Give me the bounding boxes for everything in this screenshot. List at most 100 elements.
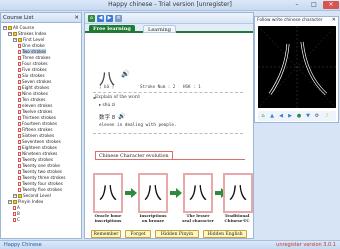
document-icon <box>18 116 21 120</box>
course-list-header: Course List ✕ <box>1 13 81 23</box>
document-icon <box>18 122 21 126</box>
course-tree-item-label: A <box>17 205 20 210</box>
course-list-close-icon[interactable]: ✕ <box>74 13 79 23</box>
course-tree-item-label: Four strokes <box>22 61 48 66</box>
status-version: unregister version 3.0.1 <box>276 242 336 248</box>
explain-title: Explain of the word <box>95 95 140 100</box>
course-list-panel: Course List ✕ − All Course − Strokes Index −… <box>0 12 82 239</box>
course-tree-item-label: One stroke <box>22 43 45 48</box>
evolution-label: Traditional Chinese-TC <box>224 213 250 223</box>
down-icon[interactable]: ▼ <box>305 113 311 119</box>
course-tree-item-label: Two strokes <box>22 49 47 54</box>
remember-button[interactable]: Remember <box>91 230 121 238</box>
course-tree-item-label: Eighteen strokes <box>22 145 57 150</box>
course-tree-item-label: C <box>17 217 20 222</box>
collapse-icon[interactable]: − <box>13 38 17 42</box>
back-icon[interactable]: ◀ <box>97 15 104 22</box>
word-speaker-icon[interactable]: 🔊 <box>118 113 125 120</box>
hidden-english-button[interactable]: Hidden English <box>203 230 247 238</box>
home-icon[interactable]: ⌂ <box>260 113 266 119</box>
course-tree-item-label: Ten strokes <box>22 97 46 102</box>
document-icon <box>18 152 21 156</box>
evolution-card-oracle: 八 <box>93 173 123 213</box>
course-tree-item-label: Twenty four strokes <box>22 181 63 186</box>
collapse-icon[interactable]: − <box>13 194 17 198</box>
course-tree-item-label: Eight strokes <box>22 85 50 90</box>
folder-icon <box>8 26 12 30</box>
course-tree-item[interactable]: C <box>13 217 20 223</box>
folder-icon <box>13 32 17 36</box>
forget-button[interactable]: Forget <box>125 230 151 238</box>
main-panel: ⌂ ◀ ▶ ≡ Free learning Learning 八 🔊 [ bā … <box>84 12 254 239</box>
evolution-glyph: 八 <box>99 183 117 204</box>
document-icon <box>18 74 21 78</box>
folder-icon <box>13 200 17 204</box>
up-icon[interactable]: ▲ <box>269 113 275 119</box>
status-bar: Happy Chinese unregister version 3.0.1 <box>0 240 340 249</box>
course-tree-item-label: eleven strokes <box>22 103 53 108</box>
evolution-divider <box>95 159 245 160</box>
settings-icon[interactable]: ⚙ <box>314 113 320 119</box>
course-list-title: Course List <box>3 15 34 21</box>
course-tree-item-label: Sixteen strokes <box>22 133 55 138</box>
play-icon[interactable]: ● <box>296 113 302 119</box>
collapse-icon[interactable]: − <box>3 26 7 30</box>
collapse-icon[interactable]: − <box>8 32 12 36</box>
document-icon <box>18 98 21 102</box>
collapse-icon[interactable]: − <box>8 200 12 204</box>
document-icon <box>18 176 21 180</box>
divider <box>93 92 243 93</box>
hsk-level: HSK : 1 <box>183 84 201 89</box>
document-icon <box>18 92 21 96</box>
writing-grid <box>257 25 337 109</box>
document-icon <box>18 50 21 54</box>
speaker-icon[interactable]: ♪ <box>324 113 330 119</box>
list-icon[interactable]: ≡ <box>115 15 122 22</box>
previous-icon[interactable]: ◀ <box>278 113 284 119</box>
document-icon <box>18 104 21 108</box>
next-icon[interactable]: ▶ <box>287 113 293 119</box>
document-icon <box>18 164 21 168</box>
explain-meaning: eleven in dealing with people. <box>99 123 177 128</box>
writing-canvas[interactable] <box>257 25 337 109</box>
explain-word: 数字 8 <box>99 115 116 121</box>
minimize-button[interactable]: – <box>290 1 304 9</box>
explain-pinyin: ▸ shù zì <box>99 103 116 108</box>
speaker-icon[interactable]: 🔊 <box>121 70 130 78</box>
evolution-glyph: 八 <box>189 183 207 204</box>
document-icon <box>18 86 21 90</box>
course-tree-item-label: Fourteen strokes <box>22 121 58 126</box>
course-tree-item-label: Three strokes <box>22 55 51 60</box>
divider <box>93 133 243 134</box>
evolution-glyph: 八 <box>144 183 162 204</box>
forward-icon[interactable]: ▶ <box>106 15 113 22</box>
home-icon[interactable]: ⌂ <box>88 15 95 22</box>
status-app-name: Happy Chinese <box>4 242 42 248</box>
course-tree-item-label: Six strokes <box>22 73 45 78</box>
document-icon <box>18 140 21 144</box>
course-tree-item-label: Twenty three strokes <box>22 175 66 180</box>
maximize-button[interactable]: □ <box>307 1 321 9</box>
document-icon <box>18 62 21 66</box>
arrow-right-icon <box>170 188 182 198</box>
course-tree-item-label: Twenty one stroke <box>22 163 60 168</box>
writing-panel-close-icon[interactable]: ✕ <box>332 17 336 23</box>
hidden-pinyin-button[interactable]: Hidden Pinyin <box>155 230 199 238</box>
document-icon <box>13 206 16 210</box>
evolution-card-traditional: 八 <box>223 173 253 213</box>
tab-free-learning[interactable]: Free learning <box>89 25 135 33</box>
tab-learning[interactable]: Learning <box>143 25 176 33</box>
course-tree-item-label: Nineteen strokes <box>22 151 58 156</box>
course-tree-item-label: All Course <box>13 25 35 30</box>
document-icon <box>18 80 21 84</box>
close-button[interactable]: ✕ <box>323 1 339 9</box>
title-bar: Happy chinese - Trial version [unregiste… <box>0 0 340 11</box>
document-icon <box>13 218 16 222</box>
course-tree-item-label: Thirteen strokes <box>22 115 56 120</box>
arrow-right-icon <box>125 188 137 198</box>
stroke-count: Stroke Num : 2 <box>140 84 176 89</box>
folder-icon <box>18 194 22 198</box>
document-icon <box>18 134 21 138</box>
document-icon <box>18 170 21 174</box>
window-title: Happy chinese - Trial version [unregiste… <box>108 1 232 8</box>
